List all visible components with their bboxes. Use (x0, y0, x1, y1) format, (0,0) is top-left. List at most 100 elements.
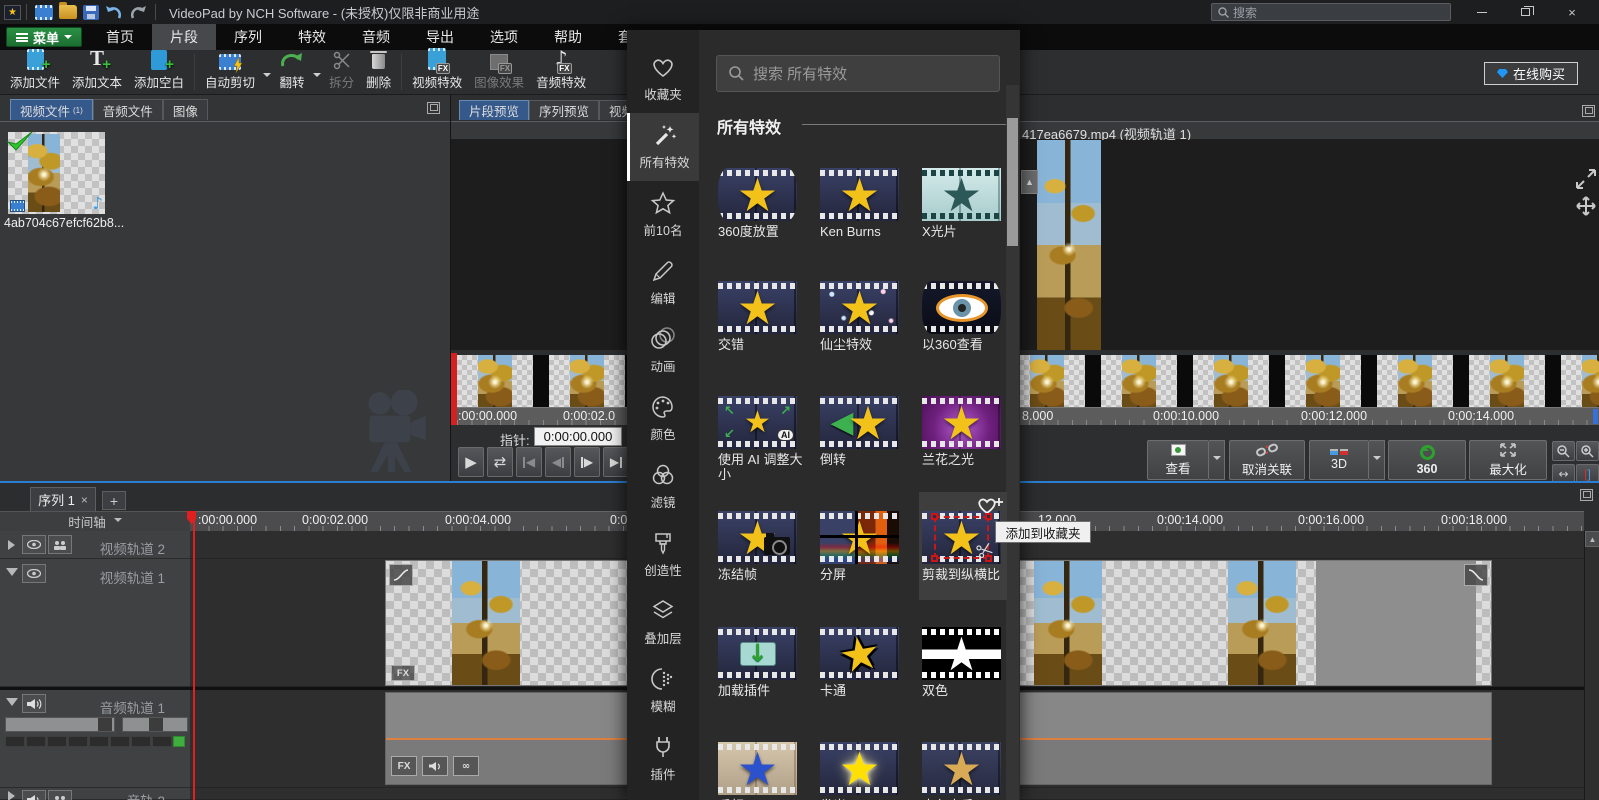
effect-view-360[interactable]: 以360查看 (922, 281, 1012, 352)
add-blank-button[interactable]: + 添加空白 (128, 50, 190, 94)
buy-online-button[interactable]: 在线购买 (1484, 62, 1578, 85)
effect-load-plugin[interactable]: ↓ 加载插件 (718, 627, 808, 698)
category-all-effects[interactable]: 所有特效 (627, 113, 699, 181)
effect-two-tone[interactable]: ★ 双色 (922, 627, 1012, 698)
clip-fx-badge[interactable]: FX (391, 756, 417, 776)
image-fx-button[interactable]: FX 图像效果 (468, 50, 530, 94)
category-animation[interactable]: 动画 (627, 317, 699, 385)
clip-volume-badge[interactable] (422, 756, 448, 776)
titlebar-search[interactable]: 搜索 (1211, 3, 1451, 21)
undock-panel-icon[interactable] (1580, 489, 1593, 501)
video-fx-button[interactable]: FX 视频特效 (406, 50, 468, 94)
step-back-button[interactable]: ◀ (545, 447, 571, 477)
category-filters[interactable]: 滤镜 (627, 453, 699, 521)
collapse-track-icon[interactable] (6, 698, 18, 712)
menu-tab-effects[interactable]: 特效 (280, 24, 344, 50)
menu-tab-clip[interactable]: 片段 (152, 24, 216, 50)
menu-tab-audio[interactable]: 音频 (344, 24, 408, 50)
restore-button[interactable] (1505, 0, 1545, 24)
maximize-button[interactable]: 最大化 (1469, 440, 1547, 480)
effects-search-input[interactable]: 搜索 所有特效 (716, 55, 1000, 92)
effect-freeze-frame[interactable]: ★ 冻结帧 (718, 511, 808, 582)
auto-cut-dropdown[interactable] (263, 73, 271, 81)
category-creative[interactable]: 创造性 (627, 521, 699, 589)
category-top10[interactable]: 前10名 (627, 181, 699, 249)
trim-start-marker[interactable] (451, 353, 457, 425)
track-group-button[interactable] (48, 790, 72, 800)
menu-button[interactable]: 菜单 (6, 27, 82, 47)
add-text-button[interactable]: T+ 添加文本 (66, 50, 128, 94)
split-button[interactable]: 拆分 (323, 50, 360, 94)
tab-video-files[interactable]: 视频文件(1) (10, 99, 93, 120)
go-end-button[interactable]: ▶ (603, 447, 629, 477)
rotate-dropdown[interactable] (313, 73, 321, 81)
rotate-button[interactable]: 翻转 (273, 50, 311, 94)
playhead-line[interactable] (193, 511, 195, 800)
track-visibility-button[interactable] (22, 564, 46, 583)
scroll-up-icon[interactable]: ▲ (1585, 531, 1599, 547)
auto-cut-button[interactable]: 自动剪切 (199, 50, 261, 94)
track-visibility-button[interactable] (22, 535, 46, 554)
fade-in-handle[interactable] (389, 564, 413, 586)
clip-fx-badge[interactable]: FX (391, 665, 415, 681)
step-forward-button[interactable]: ▶ (574, 447, 600, 477)
go-start-button[interactable]: ◀ (516, 447, 542, 477)
effect-split-screen[interactable]: ★ 分屏 (820, 511, 910, 582)
volume-slider[interactable] (5, 717, 115, 732)
view-dropdown[interactable] (1209, 440, 1225, 480)
category-blur[interactable]: 模糊 (627, 657, 699, 725)
3d-dropdown[interactable] (1369, 440, 1385, 480)
effect-interleave[interactable]: ★ 交错 (718, 281, 808, 352)
redo-icon[interactable] (128, 4, 148, 21)
timeline-scrollbar[interactable]: ▲ (1584, 531, 1599, 800)
effect-xray[interactable]: ★ X光片 (922, 168, 1012, 239)
menu-tab-options[interactable]: 选项 (472, 24, 536, 50)
clip-ruler[interactable]: :00:00.000 0:00:02.0 8.000 0:00:10.000 0… (451, 407, 1599, 425)
media-thumbnail[interactable]: ♪ (8, 132, 105, 214)
category-plugins[interactable]: 插件 (627, 725, 699, 793)
expand-track-icon[interactable] (8, 791, 20, 800)
menu-tab-export[interactable]: 导出 (408, 24, 472, 50)
fade-out-handle[interactable] (1464, 564, 1488, 586)
scroll-up-button[interactable]: ▲ (1021, 170, 1038, 194)
category-edit[interactable]: 编辑 (627, 249, 699, 317)
stereo-3d-button[interactable]: 3D (1309, 440, 1369, 480)
undock-panel-icon[interactable] (427, 102, 440, 114)
pan-slider[interactable] (122, 717, 188, 732)
view-360-button[interactable]: 360 (1388, 440, 1466, 480)
tab-clip-preview[interactable]: 片段预览 (459, 100, 529, 120)
clip-link-badge[interactable]: ∞ (453, 756, 479, 776)
close-button[interactable]: × (1548, 0, 1596, 24)
undock-panel-icon[interactable] (1582, 105, 1595, 117)
track-mute-button[interactable] (22, 694, 46, 713)
effect-fairy-dust[interactable]: ★ 仙尘特效 (820, 281, 910, 352)
minimize-button[interactable] (1462, 0, 1502, 24)
track-group-button[interactable] (48, 535, 72, 554)
view-button[interactable]: 查看 (1147, 440, 1209, 480)
add-file-button[interactable]: + 添加文件 (4, 50, 66, 94)
pointer-time-input[interactable] (534, 427, 622, 446)
open-folder-icon[interactable] (59, 5, 77, 19)
save-icon[interactable] (83, 5, 99, 20)
menu-tab-sequence[interactable]: 序列 (216, 24, 280, 50)
menu-tab-help[interactable]: 帮助 (536, 24, 600, 50)
loop-button[interactable]: ⇄ (487, 447, 513, 477)
effect-reverse[interactable]: ◀★ 倒转 (820, 396, 910, 467)
play-button[interactable]: ▶ (458, 447, 484, 477)
effect-ken-burns[interactable]: ★ Ken Burns (820, 168, 910, 239)
effect-cartoon[interactable]: ★ 卡通 (820, 627, 910, 698)
tab-sequence-preview[interactable]: 序列预览 (529, 100, 599, 120)
effect-ai-resize[interactable]: ★ ↖↗ ↙↘ AI 使用 AI 调整大小 (718, 396, 808, 482)
category-overlay[interactable]: 叠加层 (627, 589, 699, 657)
unlink-button[interactable]: 取消关联 (1229, 440, 1305, 480)
track-mute-button[interactable] (22, 790, 46, 800)
effect-orchid-light[interactable]: ★ 兰花之光 (922, 396, 1012, 467)
effect-glow[interactable]: ★ 发光 (820, 742, 910, 800)
fullscreen-icon[interactable] (1575, 168, 1597, 190)
undo-icon[interactable] (104, 4, 124, 21)
category-favorites[interactable]: 收藏夹 (627, 45, 699, 113)
preview-filmstrip[interactable] (451, 355, 1599, 407)
tab-images[interactable]: 图像 (163, 99, 208, 120)
zoom-out-button[interactable] (1552, 441, 1575, 461)
timeline-header-dropdown[interactable]: 时间轴 (0, 511, 190, 531)
